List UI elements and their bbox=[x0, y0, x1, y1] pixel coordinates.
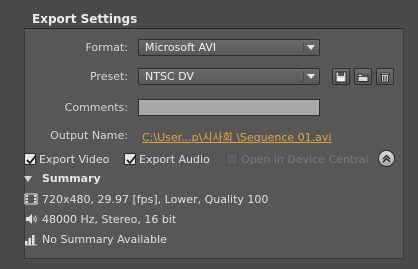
panel-title: Export Settings bbox=[32, 12, 138, 26]
dropdown-separator bbox=[303, 71, 304, 82]
collapse-button[interactable] bbox=[378, 150, 395, 167]
export-audio-label: Export Audio bbox=[139, 152, 210, 166]
film-icon bbox=[24, 192, 38, 206]
export-video-label: Export Video bbox=[39, 152, 110, 166]
output-name-label: Output Name: bbox=[50, 129, 128, 142]
comments-label: Comments: bbox=[64, 101, 128, 114]
output-name-link[interactable]: C:\User...p\시사회 \Sequence 01.avi bbox=[142, 129, 331, 145]
open-device-central-label: Open in Device Central bbox=[241, 152, 369, 166]
panel-header: Export Settings bbox=[0, 0, 418, 30]
preset-label: Preset: bbox=[89, 70, 128, 83]
summary-audio-line: 48000 Hz, Stereo, 16 bit bbox=[24, 212, 176, 226]
open-device-central-checkbox: Open in Device Central bbox=[226, 152, 369, 166]
summary-title: Summary bbox=[42, 172, 101, 185]
folder-icon bbox=[357, 73, 369, 82]
checkbox-box[interactable] bbox=[24, 153, 37, 165]
format-value: Microsoft AVI bbox=[145, 41, 217, 54]
import-preset-button[interactable] bbox=[354, 68, 372, 85]
dropdown-separator bbox=[303, 42, 304, 53]
save-preset-icon bbox=[335, 71, 347, 83]
chevron-down-icon bbox=[307, 45, 315, 50]
checkmark-icon bbox=[126, 155, 137, 165]
checkmark-icon bbox=[26, 155, 37, 165]
checkbox-box[interactable] bbox=[124, 153, 137, 165]
summary-video-text: 720x480, 29.97 [fps], Lower, Quality 100 bbox=[42, 192, 269, 206]
bars-icon bbox=[24, 232, 38, 246]
chevron-down-icon bbox=[307, 74, 315, 79]
save-preset-button[interactable] bbox=[332, 68, 350, 85]
speaker-icon bbox=[24, 212, 38, 226]
checkbox-box bbox=[226, 153, 238, 165]
summary-disclosure-triangle[interactable] bbox=[24, 176, 32, 182]
summary-audio-text: 48000 Hz, Stereo, 16 bit bbox=[42, 212, 177, 226]
export-audio-checkbox[interactable]: Export Audio bbox=[124, 152, 210, 166]
preset-value: NTSC DV bbox=[145, 70, 194, 83]
preset-dropdown[interactable]: NTSC DV bbox=[138, 68, 320, 85]
summary-bitrate-line: No Summary Available bbox=[24, 232, 167, 246]
comments-field[interactable] bbox=[138, 99, 320, 116]
delete-preset-button[interactable] bbox=[376, 68, 394, 85]
export-video-checkbox[interactable]: Export Video bbox=[24, 152, 109, 166]
chevron-up-icon bbox=[382, 154, 391, 163]
summary-video-line: 720x480, 29.97 [fps], Lower, Quality 100 bbox=[24, 192, 268, 206]
format-dropdown[interactable]: Microsoft AVI bbox=[138, 39, 320, 56]
summary-bitrate-text: No Summary Available bbox=[42, 232, 167, 246]
trash-icon bbox=[380, 72, 390, 83]
format-label: Format: bbox=[85, 41, 128, 54]
